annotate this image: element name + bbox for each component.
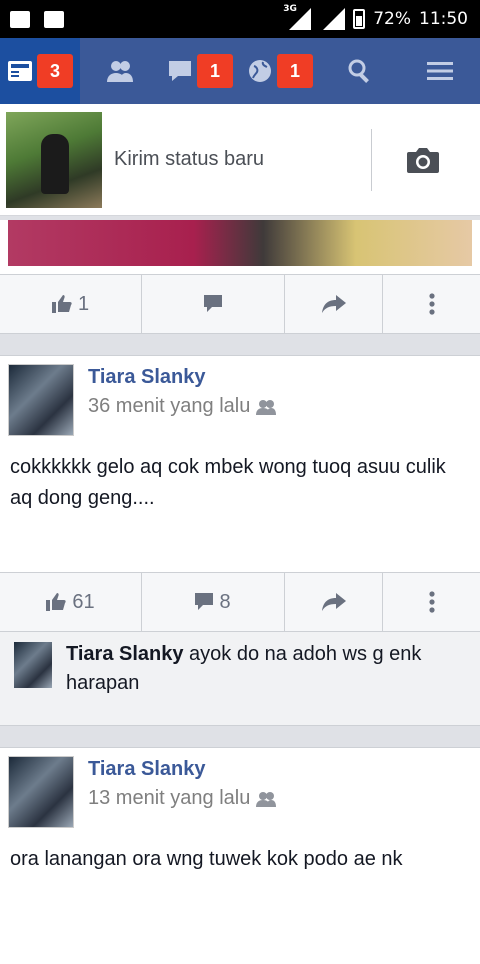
notifications-badge: 1: [277, 54, 313, 88]
author-avatar[interactable]: [8, 756, 74, 828]
feed-gap: [0, 726, 480, 748]
menu-button[interactable]: [400, 38, 480, 104]
friends-audience-icon: [256, 399, 277, 415]
comment-icon: [204, 295, 222, 312]
feed-post: Tiara Slanky 13 menit yang lalu ora lana…: [0, 748, 480, 964]
search-icon: [348, 59, 369, 83]
camera-icon: [407, 147, 439, 173]
author-avatar[interactable]: [8, 364, 74, 436]
hamburger-menu-icon: [427, 62, 453, 80]
timestamp-text: 13 menit yang lalu: [88, 787, 251, 809]
search-button[interactable]: [320, 38, 400, 104]
previous-post-photo[interactable]: [8, 220, 472, 266]
status-bar: 3G 72% 11:50: [0, 0, 480, 38]
news-feed-icon: [8, 61, 32, 81]
messages-badge: 1: [197, 54, 233, 88]
comment-text-block: Tiara Slanky ayok do na adoh ws g enk ha…: [66, 640, 466, 717]
share-button[interactable]: [285, 573, 383, 631]
thumbs-up-icon: [51, 295, 72, 313]
messages-icon: [169, 61, 191, 81]
post-action-bar: 61 8: [0, 572, 480, 632]
share-arrow-icon: [321, 593, 346, 611]
feed-gap: [0, 334, 480, 356]
comment-icon: [195, 593, 214, 610]
status-input[interactable]: Kirim status baru: [102, 148, 371, 171]
share-arrow-icon: [321, 295, 346, 313]
user-avatar[interactable]: [6, 111, 102, 208]
like-button[interactable]: 61: [0, 573, 142, 631]
post-header: Tiara Slanky 36 menit yang lalu: [0, 356, 480, 442]
tab-messages[interactable]: 1: [160, 38, 240, 104]
vertical-dots-icon: [428, 591, 435, 613]
author-name[interactable]: Tiara Slanky: [88, 366, 276, 389]
top-navigation-bar: 3 1 1: [0, 38, 480, 104]
news-feed-badge: 3: [37, 54, 73, 88]
like-button[interactable]: 1: [0, 275, 142, 333]
tab-news-feed[interactable]: 3: [0, 38, 80, 104]
feed-post: Tiara Slanky 36 menit yang lalu cokkkkkk…: [0, 356, 480, 572]
status-composer: Kirim status baru: [0, 104, 480, 216]
like-count: 1: [77, 292, 90, 315]
tab-notifications[interactable]: 1: [240, 38, 320, 104]
timestamp-text: 36 menit yang lalu: [88, 395, 251, 417]
comment-preview[interactable]: Tiara Slanky ayok do na adoh ws g enk ha…: [0, 632, 480, 726]
share-button[interactable]: [285, 275, 383, 333]
comment-count: 8: [219, 590, 231, 613]
like-count: 61: [72, 590, 95, 613]
add-photo-button[interactable]: [372, 145, 474, 175]
thumbs-up-icon: [46, 593, 67, 611]
post-timestamp[interactable]: 13 menit yang lalu: [88, 787, 277, 810]
post-timestamp[interactable]: 36 menit yang lalu: [88, 395, 277, 418]
post-header: Tiara Slanky 13 menit yang lalu: [0, 748, 480, 834]
globe-icon: [249, 60, 271, 82]
battery-icon: [353, 9, 366, 29]
comment-button[interactable]: [142, 275, 285, 333]
more-options-button[interactable]: [383, 573, 480, 631]
wifi-signal-icon: [319, 8, 346, 30]
author-name[interactable]: Tiara Slanky: [88, 758, 276, 781]
friends-audience-icon: [256, 791, 277, 807]
previous-post-photo-container: [0, 220, 480, 274]
post-text: cokkkkkk gelo aq cok mbek wong tuoq asuu…: [10, 456, 446, 509]
message-notification-icon: [10, 10, 30, 28]
post-action-bar: 1: [0, 274, 480, 334]
more-options-button[interactable]: [383, 275, 480, 333]
network-type-label: 3G: [283, 4, 297, 14]
commenter-avatar[interactable]: [14, 642, 52, 688]
bbm-notification-icon: [44, 10, 64, 28]
comment-button[interactable]: 8: [142, 573, 285, 631]
vertical-dots-icon: [428, 293, 435, 315]
clock: 11:50: [419, 9, 468, 29]
commenter-name[interactable]: Tiara Slanky: [66, 643, 183, 665]
tab-friend-requests[interactable]: [80, 38, 160, 104]
friends-icon: [107, 61, 133, 82]
mobile-signal-icon: 3G: [283, 4, 312, 30]
battery-percent: 72%: [373, 9, 411, 29]
